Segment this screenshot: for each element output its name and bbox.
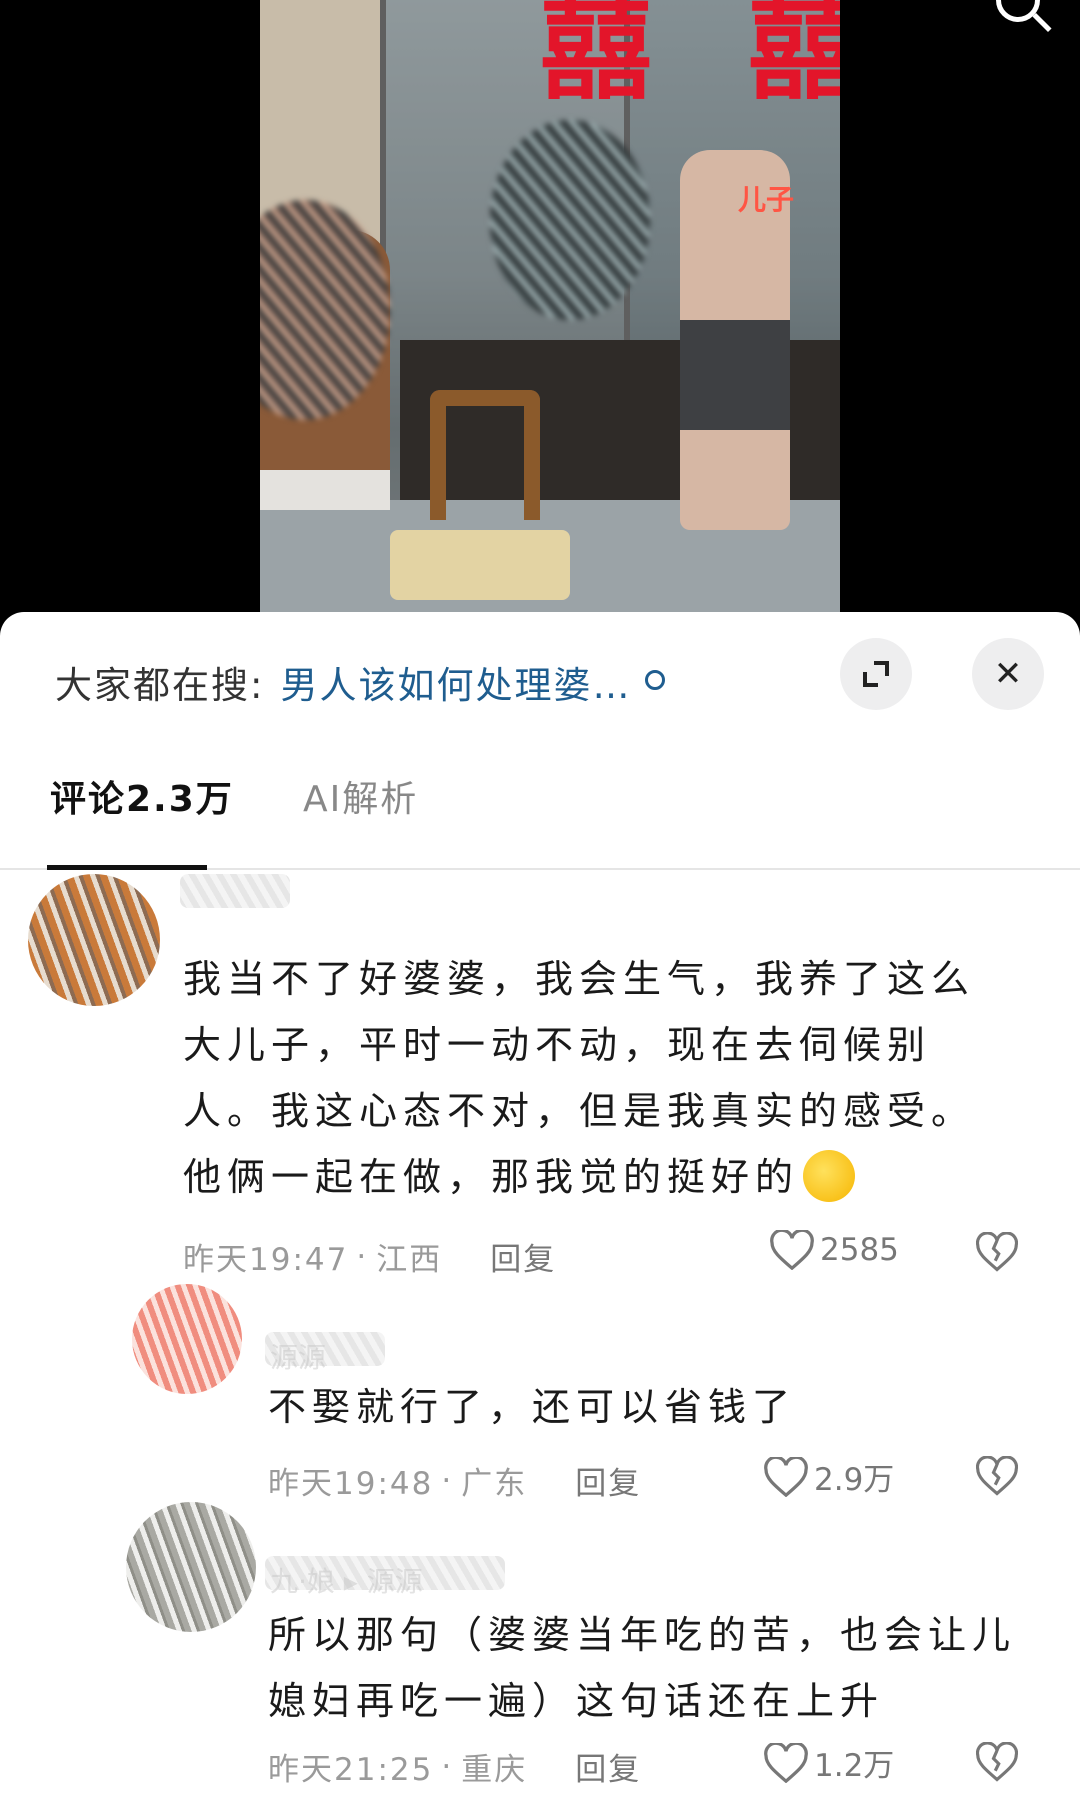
emoji-icon: [803, 1149, 856, 1202]
reply-button[interactable]: 回复: [575, 1458, 641, 1503]
search-icon[interactable]: [645, 670, 666, 690]
tab-ai-analysis[interactable]: AI解析: [303, 770, 418, 822]
tab-bar: 评论2.3万 AI解析: [0, 752, 1080, 870]
like-button[interactable]: 2585: [770, 1230, 899, 1270]
decor-xi-left: 囍: [540, 0, 652, 115]
heart-icon: [770, 1230, 814, 1270]
avatar[interactable]: [132, 1284, 242, 1394]
reply-button[interactable]: 回复: [575, 1744, 641, 1789]
heart-icon: [764, 1742, 808, 1783]
dislike-icon[interactable]: [976, 1742, 1018, 1782]
trending-search-bar[interactable]: 大家都在搜: 男人该如何处理婆…: [55, 652, 666, 712]
comment-location: 重庆: [461, 1752, 528, 1788]
scene-table: [260, 470, 390, 510]
comment-location: 广东: [461, 1466, 528, 1502]
scene-chair: [390, 390, 570, 612]
comment-text: 所以那句（婆婆当年吃的苦，也会让儿 媳妇再吃一遍）这句话还在上升: [268, 1613, 1017, 1723]
close-icon: ✕: [993, 654, 1023, 694]
dislike-icon[interactable]: [976, 1232, 1018, 1272]
search-icon[interactable]: [996, 0, 1040, 22]
comment-text: 不娶就行了，还可以省钱了: [268, 1385, 797, 1429]
decor-xi-right: 囍: [748, 0, 840, 115]
video-overlay-label: 儿子: [738, 183, 795, 216]
trending-search-prefix: 大家都在搜:: [55, 664, 265, 707]
video-frame: 囍 囍 儿子: [260, 0, 840, 612]
dislike-icon[interactable]: [976, 1456, 1018, 1496]
avatar[interactable]: [28, 874, 160, 1006]
comment-sheet: 大家都在搜: 男人该如何处理婆… ✕ 评论2.3万 AI解析 我当不了好婆婆，我…: [0, 612, 1080, 1816]
like-count: 2585: [820, 1232, 899, 1268]
expand-icon: [863, 661, 889, 687]
reply-button[interactable]: 回复: [490, 1234, 556, 1279]
comment-time: 昨天19:48: [268, 1466, 434, 1502]
face-blur-right: [490, 120, 650, 320]
tab-comments[interactable]: 评论2.3万: [50, 770, 234, 822]
expand-button[interactable]: [840, 638, 912, 710]
active-tab-indicator: [47, 865, 207, 870]
close-button[interactable]: ✕: [972, 638, 1044, 710]
comment-meta: 昨天19:47 · 江西 回复: [183, 1234, 556, 1279]
video-player[interactable]: 囍 囍 儿子: [0, 0, 1080, 612]
like-count: 2.9万: [814, 1462, 895, 1498]
comment-username: 源源: [270, 1341, 327, 1374]
like-button[interactable]: 1.2万: [764, 1740, 894, 1785]
trending-search-term[interactable]: 男人该如何处理婆…: [280, 655, 631, 709]
comment-time: 昨天19:47: [183, 1242, 349, 1278]
comment-text: 我当不了好婆婆，我会生气，我养了这么 大儿子，平时一动不动，现在去伺候别 人。我…: [183, 946, 1023, 1210]
username-redacted: [180, 874, 290, 908]
heart-icon: [764, 1456, 808, 1497]
comment-time: 昨天21:25: [268, 1752, 434, 1788]
like-count: 1.2万: [814, 1748, 895, 1784]
comment-meta: 昨天19:48 · 广东 回复: [268, 1458, 641, 1503]
like-button[interactable]: 2.9万: [764, 1454, 894, 1499]
comment-location: 江西: [376, 1242, 443, 1278]
avatar[interactable]: [126, 1502, 256, 1632]
comment-meta: 昨天21:25 · 重庆 回复: [268, 1744, 641, 1789]
comment-username: 九·娘 ▸ 源源: [270, 1565, 423, 1598]
